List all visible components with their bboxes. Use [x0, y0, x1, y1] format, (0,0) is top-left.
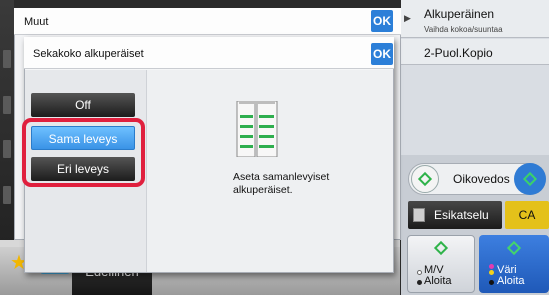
magenta-dot	[489, 264, 494, 269]
option-off-button[interactable]: Off	[31, 93, 135, 117]
bw-start-label: Aloita	[424, 275, 452, 287]
mixed-size-title: Sekakoko alkuperäiset	[33, 48, 144, 60]
strip-tab	[3, 140, 11, 158]
preview-icon	[413, 208, 425, 222]
strip-tab	[3, 186, 11, 204]
other-dialog-title: Muut	[24, 16, 49, 28]
yellow-dot	[489, 270, 494, 275]
highlight-frame	[22, 118, 145, 187]
status-dot	[417, 280, 422, 285]
original-subtitle: Vaihda kokoa/suuntaa	[424, 25, 503, 34]
strip-tab	[3, 50, 11, 68]
original-title: Alkuperäinen	[424, 7, 495, 21]
strip-tab	[3, 96, 11, 114]
duplex-label: 2-Puol.Kopio	[424, 46, 493, 60]
mixed-size-ok-button[interactable]: OK	[371, 43, 393, 65]
status-dot	[417, 270, 422, 275]
color-start-label: Aloita	[497, 275, 525, 287]
document-lines-icon	[236, 101, 278, 157]
other-ok-button[interactable]: OK	[371, 10, 393, 32]
option-description: Aseta samanlevyiset alkuperäiset.	[233, 171, 330, 196]
clear-all-button[interactable]: CA	[505, 201, 549, 229]
play-arrow-icon: ▶	[404, 13, 411, 23]
black-dot	[489, 280, 494, 285]
other-dialog-header	[14, 8, 401, 35]
proof-label: Oikovedos	[453, 172, 510, 186]
